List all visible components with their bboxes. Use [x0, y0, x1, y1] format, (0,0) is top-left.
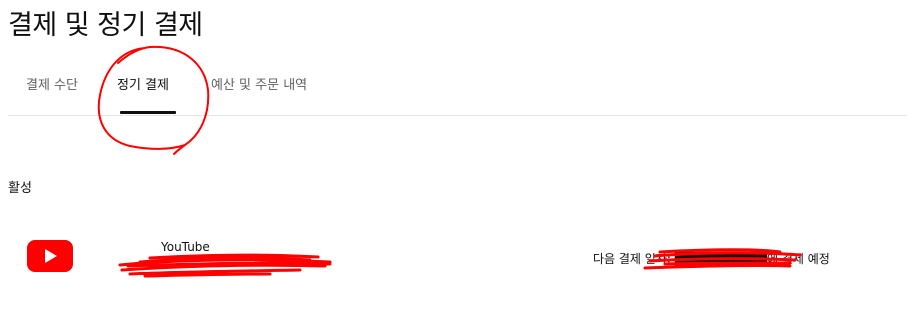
- page-title: 결제 및 정기 결제: [8, 10, 203, 41]
- tab-budget-order-history[interactable]: 예산 및 주문 내역: [211, 74, 307, 93]
- section-heading-active: 활성: [8, 181, 32, 196]
- tabs-divider: [8, 115, 907, 116]
- tab-payment-methods[interactable]: 결제 수단: [26, 74, 78, 93]
- tab-bar: 결제 수단 정기 결제 예산 및 주문 내역: [0, 62, 907, 116]
- subscription-name: YouTube: [161, 240, 210, 254]
- play-triangle-icon: [45, 249, 57, 263]
- youtube-logo-icon: [27, 240, 73, 272]
- tab-subscriptions[interactable]: 정기 결제: [117, 74, 169, 93]
- billing-page: 결제 및 정기 결제 결제 수단 정기 결제 예산 및 주문 내역 활성 You…: [0, 0, 907, 313]
- active-tab-indicator: [120, 111, 176, 114]
- next-billing-text: 다음 결제 일자: ██████████에 결제 예정: [593, 252, 830, 266]
- subscription-row[interactable]: YouTube 다음 결제 일자: ██████████에 결제 예정: [0, 225, 907, 285]
